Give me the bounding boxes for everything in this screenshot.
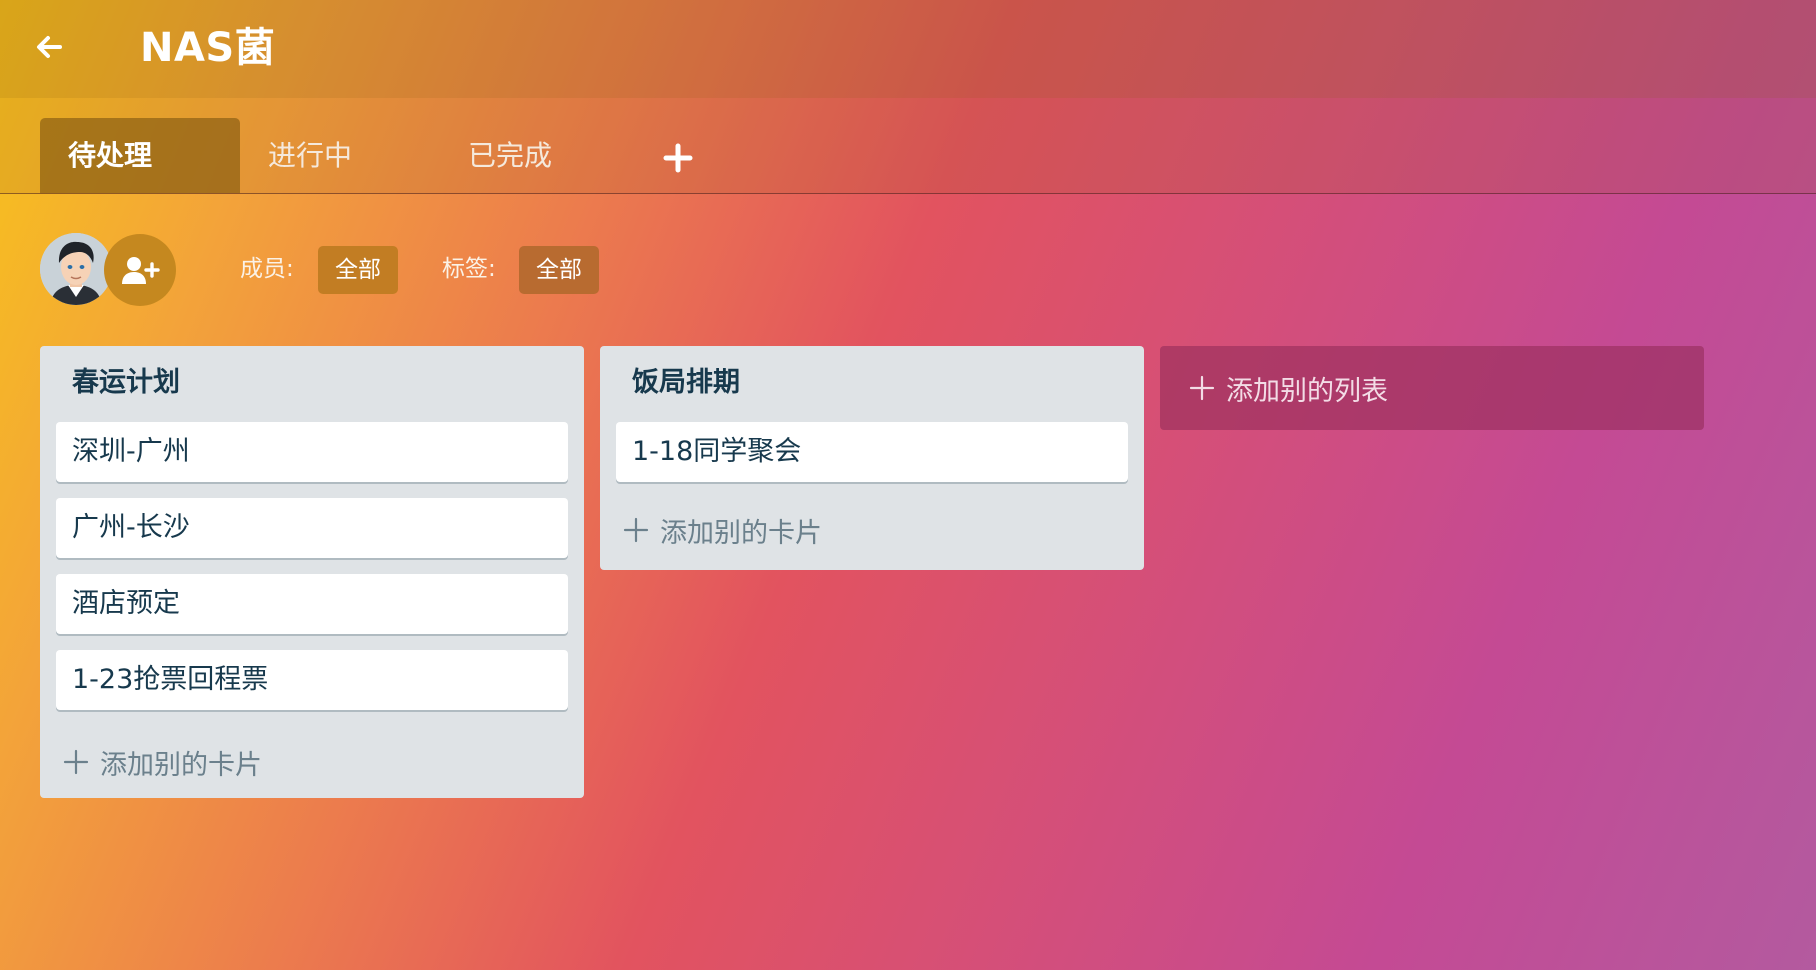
tab-in-progress[interactable]: 进行中 — [240, 118, 440, 193]
members-filter-label: 成员: — [240, 256, 294, 282]
tab-done[interactable]: 已完成 — [440, 118, 640, 193]
board-title: NAS菌 — [140, 25, 276, 71]
add-member-button[interactable] — [104, 234, 176, 306]
list-title[interactable]: 饭局排期 — [632, 364, 740, 402]
members-filter-chip[interactable]: 全部 — [318, 246, 398, 294]
add-card-button[interactable]: 添加别的卡片 — [62, 740, 262, 784]
back-button[interactable] — [26, 24, 72, 70]
plus-icon — [663, 143, 693, 173]
avatar-image — [40, 233, 112, 305]
add-list-button[interactable]: 添加别的列表 — [1160, 346, 1704, 430]
list-dinner-schedule: 饭局排期 1-18同学聚会 添加别的卡片 — [600, 346, 1144, 570]
plus-icon — [1189, 375, 1215, 401]
plus-icon — [623, 517, 649, 543]
card[interactable]: 1-18同学聚会 — [616, 422, 1128, 482]
list-title[interactable]: 春运计划 — [72, 364, 180, 402]
plus-icon — [63, 749, 89, 775]
add-tab-button[interactable] — [660, 140, 696, 176]
card[interactable]: 1-23抢票回程票 — [56, 650, 568, 710]
arrow-left-icon — [37, 36, 62, 58]
card[interactable]: 广州-长沙 — [56, 498, 568, 558]
card[interactable]: 深圳-广州 — [56, 422, 568, 482]
member-avatar[interactable] — [40, 233, 112, 305]
add-card-label: 添加别的卡片 — [660, 517, 822, 549]
tags-filter-chip[interactable]: 全部 — [519, 246, 599, 294]
add-card-button[interactable]: 添加别的卡片 — [622, 508, 822, 552]
add-user-icon — [122, 257, 160, 284]
tab-bar: 待处理 进行中 已完成 — [0, 98, 1816, 194]
tab-todo[interactable]: 待处理 — [40, 118, 240, 193]
tags-filter-label: 标签: — [442, 256, 496, 282]
add-list-label: 添加别的列表 — [1226, 375, 1388, 407]
top-bar: NAS菌 — [0, 0, 1816, 98]
list-spring-travel: 春运计划 深圳-广州 广州-长沙 酒店预定 1-23抢票回程票 添加别的卡片 — [40, 346, 584, 798]
card[interactable]: 酒店预定 — [56, 574, 568, 634]
add-card-label: 添加别的卡片 — [100, 749, 262, 781]
